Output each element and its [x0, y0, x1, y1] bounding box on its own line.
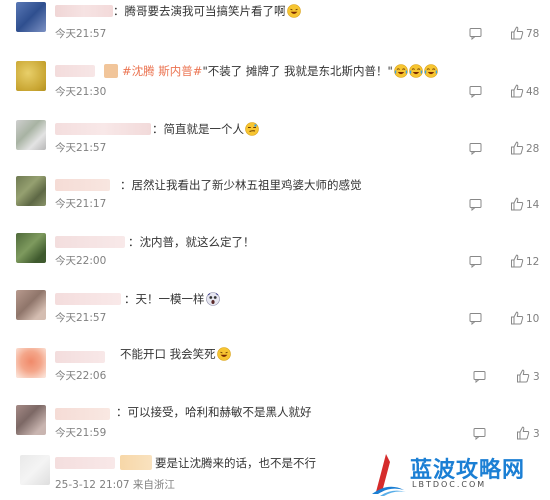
comment-text: ：居然让我看出了新少林五祖里鸡婆大师的感觉	[120, 178, 362, 192]
like-icon[interactable]	[510, 197, 524, 211]
comment-time: 今天21:57	[55, 142, 107, 154]
avatar[interactable]	[16, 348, 46, 378]
like-count: 48	[526, 86, 540, 98]
like-count: 14	[526, 199, 540, 211]
comment-time: 今天22:00	[55, 255, 107, 267]
smirk-emoji-icon	[245, 122, 259, 136]
cry-laugh-emoji-icon	[424, 64, 438, 78]
avatar[interactable]	[16, 405, 46, 435]
reply-icon[interactable]	[473, 427, 486, 440]
avatar[interactable]	[16, 61, 46, 91]
comment-text: ：腾哥要去演我可当搞笑片看了啊	[113, 4, 301, 18]
shock-emoji-icon	[205, 292, 220, 306]
avatar[interactable]	[20, 455, 50, 485]
like-icon[interactable]	[510, 26, 524, 40]
like-count: 10	[526, 313, 540, 325]
like-icon[interactable]	[510, 141, 524, 155]
comment-time: 今天21:57	[55, 28, 107, 40]
reply-icon[interactable]	[469, 198, 482, 211]
avatar[interactable]	[16, 233, 46, 263]
comment-time: 今天21:17	[55, 198, 107, 210]
username-badge	[104, 64, 118, 78]
comment-text: ：沈内普，就这么定了！	[128, 235, 255, 249]
comment-text: ：天！一模一样	[124, 292, 220, 306]
comment-text: 不能开口 我会笑死	[120, 347, 231, 361]
laugh-emoji-icon	[216, 347, 231, 361]
comment-time: 今天21:30	[55, 86, 107, 98]
like-icon[interactable]	[516, 369, 530, 383]
username[interactable]	[55, 457, 115, 469]
like-count: 78	[526, 28, 540, 40]
like-count: 3	[533, 371, 540, 383]
username[interactable]	[55, 65, 95, 77]
like-count: 28	[526, 143, 540, 155]
reply-icon[interactable]	[473, 370, 486, 383]
username[interactable]	[55, 236, 125, 248]
comment-text: #沈腾 斯内普#"不装了 摊牌了 我就是东北斯内普！"	[122, 64, 438, 78]
username[interactable]	[55, 5, 113, 17]
site-url: LBTDOC.COM	[412, 480, 487, 489]
username[interactable]	[55, 123, 151, 135]
like-icon[interactable]	[510, 311, 524, 325]
laugh-emoji-icon	[286, 4, 301, 18]
comment-time: 25-3-12 21:07 来自浙江	[55, 479, 175, 491]
username[interactable]	[55, 293, 121, 305]
username[interactable]	[55, 179, 110, 191]
comment-time: 今天22:06	[55, 370, 107, 382]
avatar[interactable]	[16, 290, 46, 320]
avatar[interactable]	[16, 120, 46, 150]
username[interactable]	[55, 408, 110, 420]
avatar[interactable]	[16, 2, 46, 32]
username-badge	[120, 455, 152, 470]
site-watermark: 蓝波攻略网 LBTDOC.COM	[360, 450, 550, 500]
comment-text: ：可以接受，哈利和赫敏不是黑人就好	[116, 405, 312, 419]
avatar[interactable]	[16, 176, 46, 206]
comment-text: 要是让沈腾来的话，也不是不行	[155, 456, 316, 470]
reply-icon[interactable]	[469, 255, 482, 268]
topic-link[interactable]: #沈腾 斯内普#	[122, 64, 202, 78]
site-logo-icon	[372, 454, 406, 496]
comment-time: 今天21:57	[55, 312, 107, 324]
comment-time: 今天21:59	[55, 427, 107, 439]
reply-icon[interactable]	[469, 312, 482, 325]
like-count: 12	[526, 256, 540, 268]
like-icon[interactable]	[516, 426, 530, 440]
reply-icon[interactable]	[469, 142, 482, 155]
like-icon[interactable]	[510, 254, 524, 268]
like-count: 3	[533, 428, 540, 440]
username[interactable]	[55, 351, 105, 363]
like-icon[interactable]	[510, 84, 524, 98]
reply-icon[interactable]	[469, 85, 482, 98]
comment-text: ：简直就是一个人	[152, 122, 259, 136]
reply-icon[interactable]	[469, 27, 482, 40]
cry-laugh-emoji-icon	[409, 64, 423, 78]
cry-laugh-emoji-icon	[394, 64, 408, 78]
